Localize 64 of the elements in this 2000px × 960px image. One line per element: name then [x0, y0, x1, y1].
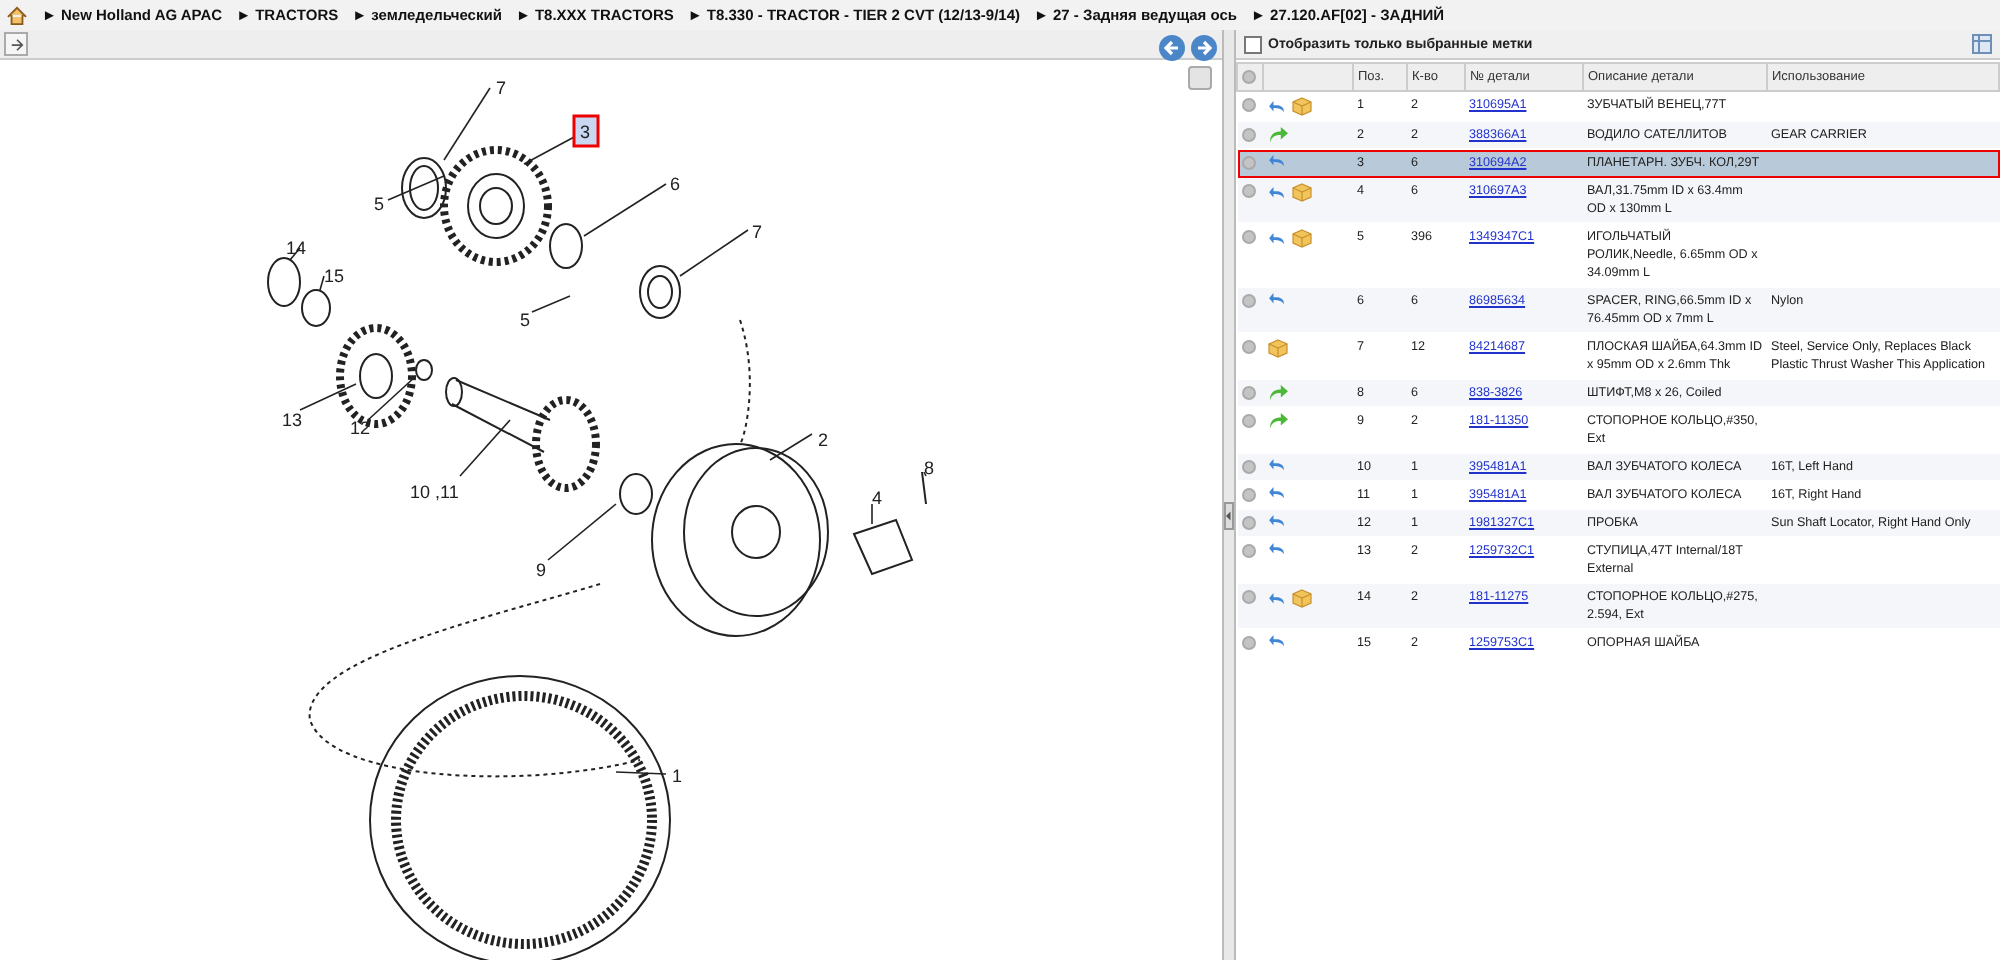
return-arrow-icon[interactable]: [1267, 99, 1285, 113]
leader-line: [583, 183, 667, 237]
forward-icon[interactable]: [1190, 34, 1218, 62]
package-icon[interactable]: [1291, 96, 1311, 116]
package-icon[interactable]: [1267, 338, 1287, 358]
return-arrow-icon[interactable]: [1267, 185, 1285, 199]
return-arrow-icon[interactable]: [1267, 458, 1285, 472]
callout-label[interactable]: 15: [324, 266, 345, 286]
leader-line: [299, 383, 357, 411]
filter-checkbox[interactable]: [1244, 35, 1262, 53]
add-icon[interactable]: [1241, 339, 1255, 354]
select-all-icon[interactable]: [1242, 69, 1256, 84]
return-arrow-icon[interactable]: [1267, 292, 1285, 306]
forward-arrow-icon[interactable]: [1267, 126, 1289, 144]
arrow-icon: [9, 37, 23, 51]
callout-label[interactable]: 5: [520, 310, 531, 330]
callout-label[interactable]: 7: [752, 222, 763, 242]
leader-line: [871, 503, 873, 525]
callout-label[interactable]: 8: [924, 458, 935, 478]
callout-label[interactable]: 7: [496, 78, 507, 98]
leader-line: [547, 503, 617, 561]
return-arrow-icon[interactable]: [1267, 231, 1285, 245]
add-icon[interactable]: [1241, 293, 1255, 308]
add-icon[interactable]: [1241, 635, 1255, 650]
leader-line: [679, 229, 749, 277]
home-icon[interactable]: [6, 5, 28, 25]
leader-line: [615, 771, 667, 775]
callout-label[interactable]: 10 ,11: [410, 482, 459, 502]
callout-label[interactable]: 14: [286, 238, 307, 258]
leader-line: [531, 295, 571, 313]
forward-arrow-icon[interactable]: [1267, 412, 1289, 430]
leader-line: [923, 471, 927, 477]
leader-line: [367, 375, 417, 421]
leader-line: [387, 175, 445, 201]
return-arrow-icon[interactable]: [1267, 486, 1285, 500]
leader-line: [443, 87, 491, 161]
leader-line: [459, 419, 511, 477]
return-arrow-icon[interactable]: [1267, 154, 1285, 168]
grid-icon[interactable]: [1972, 34, 1992, 54]
package-icon[interactable]: [1291, 588, 1311, 608]
leader-line: [523, 135, 577, 165]
callout-label[interactable]: 6: [670, 174, 681, 194]
package-icon[interactable]: [1291, 182, 1311, 202]
callout-label[interactable]: 2: [818, 430, 829, 450]
forward-arrow-icon[interactable]: [1267, 384, 1289, 402]
return-arrow-icon[interactable]: [1267, 542, 1285, 556]
fit-button[interactable]: [1188, 66, 1212, 90]
callout-label[interactable]: 4: [872, 488, 883, 508]
back-icon[interactable]: [1158, 34, 1186, 62]
add-icon[interactable]: [1241, 589, 1255, 604]
return-arrow-icon[interactable]: [1267, 634, 1285, 648]
return-arrow-icon[interactable]: [1267, 514, 1285, 528]
callout-label[interactable]: 1: [672, 766, 683, 786]
callout-label[interactable]: 13: [282, 410, 303, 430]
package-icon[interactable]: [1291, 228, 1311, 248]
callout-label[interactable]: 5: [374, 194, 385, 214]
add-icon[interactable]: [1241, 229, 1255, 244]
leader-line: [319, 275, 325, 291]
collapse-handle[interactable]: [1224, 501, 1234, 529]
callout-label[interactable]: 3: [572, 114, 600, 148]
callout-label[interactable]: 9: [536, 560, 547, 580]
return-arrow-icon[interactable]: [1267, 591, 1285, 605]
expand-button[interactable]: [4, 32, 28, 56]
leader-line: [769, 433, 813, 461]
